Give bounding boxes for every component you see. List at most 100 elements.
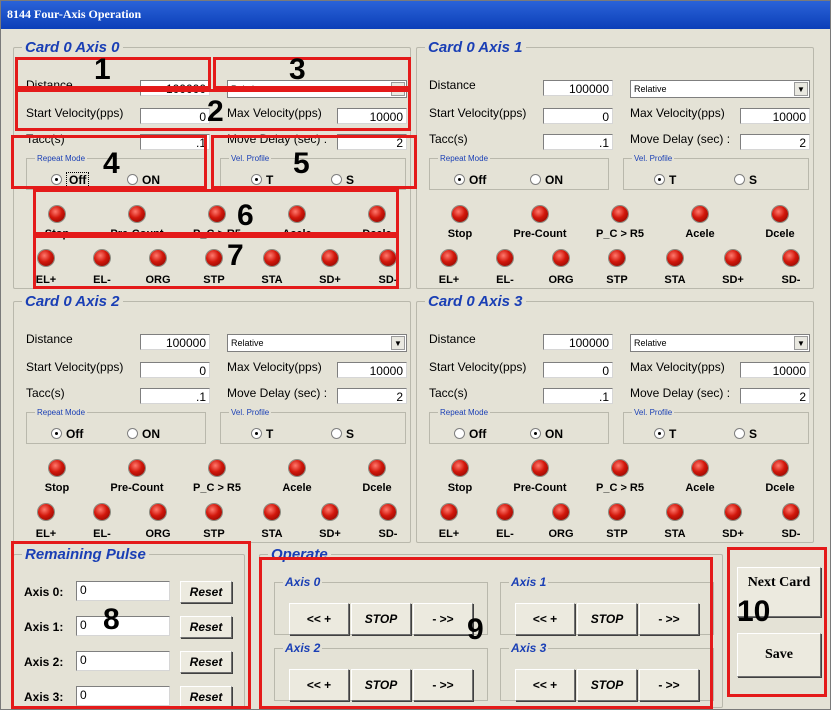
move-delay-field[interactable]: 2 [337, 388, 407, 404]
distance-field[interactable]: 100000 [140, 334, 210, 350]
four-axis-window: 8144 Four-Axis Operation Card 0 Axis 0 Di… [0, 0, 831, 710]
repeat-mode-label: Repeat Mode [440, 154, 489, 163]
limit-led-label: SD- [378, 528, 398, 540]
tacc-field[interactable]: .1 [543, 134, 613, 150]
radio-icon [331, 174, 342, 185]
remaining-pulse-field[interactable]: 0 [76, 616, 170, 636]
jog-minus-button[interactable]: << + [289, 669, 349, 701]
jog-plus-button[interactable]: - >> [639, 603, 699, 635]
move-delay-field[interactable]: 2 [740, 388, 810, 404]
distance-field[interactable]: 100000 [543, 334, 613, 350]
move-mode-select[interactable]: Relative ▼ [227, 334, 407, 352]
tacc-field[interactable]: .1 [140, 388, 210, 404]
profile-t-radio[interactable]: T [251, 173, 273, 187]
radio-icon [251, 428, 262, 439]
status-led-label: Dcele [765, 482, 795, 494]
repeat-off-radio[interactable]: Off [51, 172, 90, 188]
remaining-pulse-field[interactable]: 0 [76, 686, 170, 706]
limit-led-indicator [94, 250, 110, 266]
remaining-pulse-field[interactable]: 0 [76, 581, 170, 601]
jog-minus-button[interactable]: << + [515, 669, 575, 701]
move-mode-select[interactable]: Relative ▼ [630, 80, 810, 98]
move-delay-field[interactable]: 2 [740, 134, 810, 150]
jog-minus-button[interactable]: << + [289, 603, 349, 635]
profile-t-radio[interactable]: T [251, 427, 273, 441]
status-led-indicator [612, 206, 628, 222]
move-mode-select[interactable]: Relative ▼ [227, 80, 407, 98]
callout-number: 10 [737, 595, 771, 628]
profile-s-radio[interactable]: S [734, 427, 757, 441]
callout-number: 5 [293, 147, 310, 180]
move-delay-field[interactable]: 2 [337, 134, 407, 150]
tacc-field[interactable]: .1 [140, 134, 210, 150]
axis-panel-1: Card 0 Axis 1 Distance 100000 Relative ▼ Star… [416, 39, 814, 289]
profile-t-radio[interactable]: T [654, 173, 676, 187]
chevron-down-icon[interactable]: ▼ [391, 82, 405, 96]
status-led-label: P_C > R5 [596, 482, 644, 494]
max-velocity-field[interactable]: 10000 [337, 108, 407, 124]
limit-led-indicator [206, 250, 222, 266]
repeat-mode-label: Repeat Mode [440, 408, 489, 417]
status-led-label: Acele [282, 228, 312, 240]
callout-number: 4 [103, 147, 120, 180]
distance-field[interactable]: 100000 [543, 80, 613, 96]
limit-led-indicator [553, 504, 569, 520]
stop-button[interactable]: STOP [577, 669, 637, 701]
stop-button[interactable]: STOP [351, 669, 411, 701]
repeat-off-radio[interactable]: Off [454, 173, 486, 187]
save-button[interactable]: Save [737, 633, 821, 677]
repeat-on-radio[interactable]: ON [127, 173, 160, 187]
jog-minus-button[interactable]: << + [515, 603, 575, 635]
distance-field[interactable]: 100000 [140, 80, 210, 96]
remaining-pulse-field[interactable]: 0 [76, 651, 170, 671]
max-velocity-field[interactable]: 10000 [337, 362, 407, 378]
move-mode-value: Relative [231, 84, 264, 94]
stop-button[interactable]: STOP [577, 603, 637, 635]
repeat-off-radio[interactable]: Off [51, 427, 83, 441]
repeat-on-radio[interactable]: ON [530, 173, 563, 187]
jog-plus-button[interactable]: - >> [413, 669, 473, 701]
operate-axis-label: Axis 0 [285, 575, 321, 589]
reset-button[interactable]: Reset [180, 651, 232, 673]
stop-button[interactable]: STOP [351, 603, 411, 635]
tacc-field[interactable]: .1 [543, 388, 613, 404]
profile-s-radio[interactable]: S [331, 173, 354, 187]
status-led-indicator [772, 206, 788, 222]
reset-button[interactable]: Reset [180, 686, 232, 708]
reset-button[interactable]: Reset [180, 581, 232, 603]
repeat-off-label: Off [66, 427, 84, 441]
chevron-down-icon[interactable]: ▼ [794, 82, 808, 96]
status-led-label: Pre-Count [110, 482, 164, 494]
jog-plus-button[interactable]: - >> [413, 603, 473, 635]
repeat-on-radio[interactable]: ON [127, 427, 160, 441]
profile-s-radio[interactable]: S [734, 173, 757, 187]
status-led-indicator [369, 460, 385, 476]
repeat-off-radio[interactable]: Off [454, 427, 486, 441]
chevron-down-icon[interactable]: ▼ [391, 336, 405, 350]
radio-icon [654, 428, 665, 439]
reset-button[interactable]: Reset [180, 616, 232, 638]
radio-icon [51, 428, 62, 439]
profile-t-radio[interactable]: T [654, 427, 676, 441]
repeat-mode-label: Repeat Mode [37, 154, 86, 163]
chevron-down-icon[interactable]: ▼ [794, 336, 808, 350]
vel-profile-group: Vel. Profile T S [623, 408, 809, 444]
start-velocity-field[interactable]: 0 [543, 108, 613, 124]
repeat-on-radio[interactable]: ON [530, 427, 563, 441]
start-velocity-field[interactable]: 0 [140, 108, 210, 124]
vel-profile-label: Vel. Profile [231, 408, 270, 417]
axis-panel-title: Card 0 Axis 1 [428, 39, 523, 56]
jog-plus-button[interactable]: - >> [639, 669, 699, 701]
max-velocity-field[interactable]: 10000 [740, 108, 810, 124]
status-led-indicator [289, 460, 305, 476]
start-velocity-field[interactable]: 0 [140, 362, 210, 378]
limit-led-indicator [553, 250, 569, 266]
move-mode-select[interactable]: Relative ▼ [630, 334, 810, 352]
distance-label: Distance [26, 78, 73, 92]
status-led-label: Acele [685, 482, 715, 494]
status-led-indicator [49, 206, 65, 222]
max-velocity-field[interactable]: 10000 [740, 362, 810, 378]
limit-led-indicator [609, 250, 625, 266]
profile-s-radio[interactable]: S [331, 427, 354, 441]
start-velocity-field[interactable]: 0 [543, 362, 613, 378]
